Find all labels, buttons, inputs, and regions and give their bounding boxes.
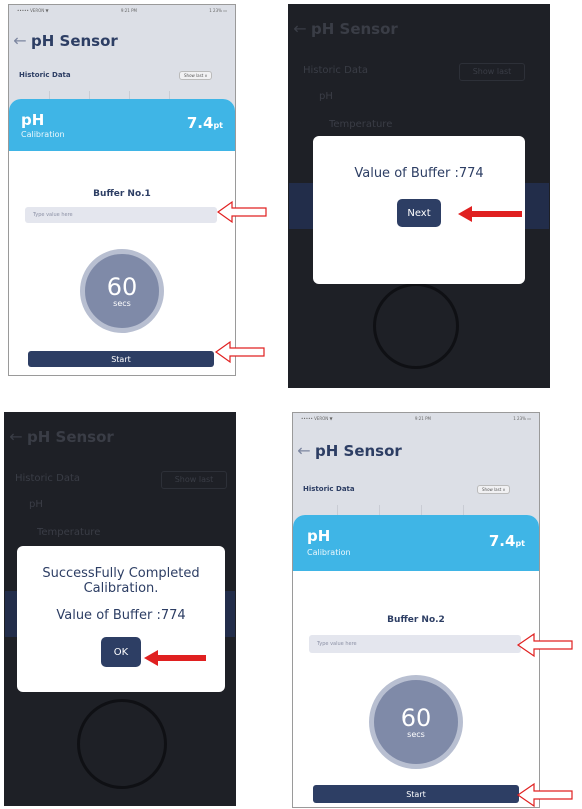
- calibration-sheet: pH Calibration 7.4pt Buffer No.2 Type va…: [293, 515, 539, 807]
- page-title: pH Sensor: [27, 427, 114, 446]
- sensor-value: 7.4pt: [187, 114, 223, 132]
- app-header: ← pH Sensor: [5, 427, 235, 446]
- dimmed-timer: [373, 283, 459, 369]
- clock-label: 9:21 PM: [120, 7, 137, 13]
- back-arrow-icon[interactable]: ←: [9, 31, 31, 50]
- show-last-dropdown[interactable]: Show last: [161, 471, 227, 489]
- clock-label: 9:21 PM: [414, 415, 431, 421]
- start-button[interactable]: Start: [313, 785, 519, 803]
- legend-temperature: Temperature: [329, 119, 393, 130]
- next-button[interactable]: Next: [397, 199, 441, 227]
- show-last-dropdown[interactable]: Show last ∨: [477, 485, 511, 494]
- value-number: 7.4: [186, 114, 214, 132]
- success-message-line2: Calibration.: [83, 581, 159, 596]
- app-header: ← pH Sensor: [9, 31, 235, 50]
- battery-label: 1 23% ▭: [209, 7, 227, 13]
- legend-ph: pH: [319, 91, 333, 102]
- screen-next-dialog: ← pH Sensor Historic Data Show last pH T…: [288, 4, 550, 388]
- buffer-label: Buffer No.1: [93, 189, 151, 199]
- success-message-line1: SuccessFully Completed: [42, 566, 200, 581]
- success-dialog: SuccessFully Completed Calibration. Valu…: [17, 546, 225, 692]
- value-number: 7.4: [488, 532, 516, 550]
- calibration-sheet: pH Calibration 7.4pt Buffer No.1 Type va…: [9, 99, 235, 375]
- historic-data-label: Historic Data: [303, 485, 355, 493]
- ok-button[interactable]: OK: [101, 637, 141, 667]
- back-arrow-icon[interactable]: ←: [5, 427, 27, 446]
- screen-buffer-1: ••••• VERON ▼ 9:21 PM 1 23% ▭ ← pH Senso…: [8, 4, 236, 376]
- show-last-dropdown[interactable]: Show last: [459, 63, 525, 81]
- app-header: ← pH Sensor: [293, 441, 539, 460]
- countdown-timer: 60 secs: [80, 249, 164, 333]
- page-title: pH Sensor: [311, 19, 398, 38]
- page-title: pH Sensor: [31, 31, 118, 50]
- sensor-value: 7.4pt: [489, 532, 525, 550]
- page-title: pH Sensor: [315, 441, 402, 460]
- annotation-red-arrow-icon: [144, 650, 206, 666]
- annotation-red-arrow-icon: [458, 206, 522, 222]
- calibration-label: Calibration: [307, 548, 351, 557]
- annotation-outline-arrow-icon: [516, 632, 573, 658]
- status-bar: ••••• VERON ▼ 9:21 PM 1 23% ▭: [9, 5, 235, 15]
- annotation-outline-arrow-icon: [516, 782, 573, 808]
- calibration-header: pH Calibration 7.4pt: [293, 515, 539, 571]
- dialog-message: Value of Buffer :774: [354, 166, 484, 181]
- buffer-value-input[interactable]: Type value here: [25, 207, 217, 223]
- sensor-name: pH: [307, 527, 331, 545]
- legend-ph: pH: [29, 499, 43, 510]
- battery-label: 1 23% ▭: [513, 415, 531, 421]
- buffer-label: Buffer No.2: [387, 615, 445, 625]
- sensor-name: pH: [21, 111, 45, 129]
- historic-data-label: Historic Data: [19, 71, 71, 79]
- historic-data-label: Historic Data: [15, 473, 80, 484]
- screen-buffer-2: ••••• VERON ▼ 9:21 PM 1 23% ▭ ← pH Senso…: [292, 412, 540, 808]
- dimmed-timer: [77, 699, 167, 789]
- historic-data-label: Historic Data: [303, 65, 368, 76]
- timer-unit: secs: [113, 298, 131, 308]
- buffer-value-input[interactable]: Type value here: [309, 635, 521, 653]
- legend-temperature: Temperature: [37, 527, 101, 538]
- annotation-outline-arrow-icon: [214, 340, 265, 364]
- timer-unit: secs: [407, 729, 425, 739]
- show-last-dropdown[interactable]: Show last ∨: [179, 71, 213, 80]
- start-button[interactable]: Start: [28, 351, 214, 367]
- screen-success-dialog: ← pH Sensor Historic Data Show last pH T…: [4, 412, 236, 806]
- countdown-timer: 60 secs: [369, 675, 463, 769]
- timer-value: 60: [400, 703, 432, 732]
- back-arrow-icon[interactable]: ←: [289, 19, 311, 38]
- carrier-label: ••••• VERON ▼: [301, 415, 333, 421]
- carrier-label: ••••• VERON ▼: [17, 7, 49, 13]
- timer-value: 60: [106, 272, 138, 301]
- status-bar: ••••• VERON ▼ 9:21 PM 1 23% ▭: [293, 413, 539, 423]
- calibration-header: pH Calibration 7.4pt: [9, 99, 235, 151]
- value-unit: pt: [213, 121, 223, 130]
- app-header: ← pH Sensor: [289, 19, 549, 38]
- buffer-value-message: Value of Buffer :774: [56, 608, 186, 623]
- calibration-label: Calibration: [21, 130, 65, 139]
- annotation-outline-arrow-icon: [216, 200, 267, 224]
- back-arrow-icon[interactable]: ←: [293, 441, 315, 460]
- value-unit: pt: [515, 539, 525, 548]
